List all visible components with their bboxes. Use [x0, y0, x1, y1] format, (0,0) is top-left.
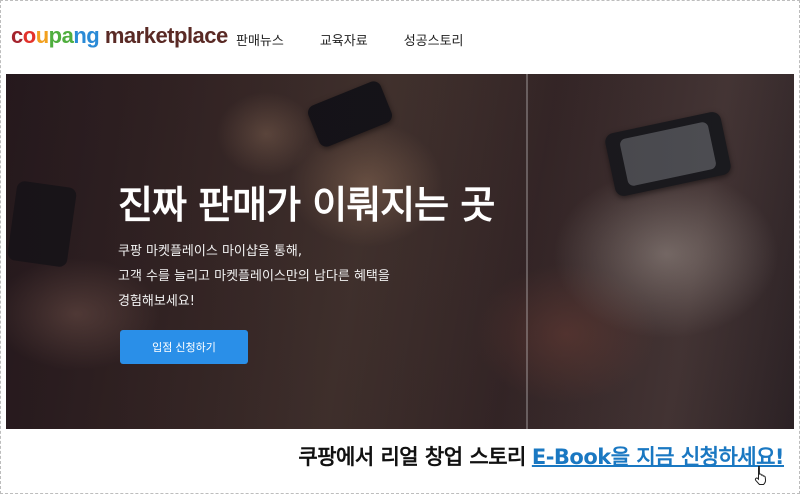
banner-headline: 쿠팡에서 리얼 창업 스토리 [298, 445, 526, 469]
site-header: coupang marketplace 판매뉴스 교육자료 성공스토리 [6, 6, 794, 72]
nav-item-success-stories[interactable]: 성공스토리 [404, 30, 464, 49]
hero-description-line: 쿠팡 마켓플레이스 마이샵을 통해, [118, 244, 302, 259]
nav-item-sales-news[interactable]: 판매뉴스 [236, 30, 284, 49]
hero-description-line: 경험해보세요! [118, 294, 195, 309]
hand-pointer-icon [754, 466, 767, 485]
ebook-banner: 쿠팡에서 리얼 창업 스토리 E-Book을 지금 신청하세요! [6, 431, 794, 489]
nav-item-education[interactable]: 교육자료 [320, 30, 368, 49]
hero-description-line: 고객 수를 늘리고 마켓플레이스만의 남다른 혜택을 [118, 269, 390, 284]
banner-text: 쿠팡에서 리얼 창업 스토리 E-Book을 지금 신청하세요! [298, 441, 784, 471]
main-nav: 판매뉴스 교육자료 성공스토리 [236, 30, 464, 49]
hero-title: 진짜 판매가 이뤄지는 곳 [118, 183, 495, 227]
coupang-marketplace-logo[interactable]: coupang marketplace [11, 23, 228, 49]
hero-section: 진짜 판매가 이뤄지는 곳 쿠팡 마켓플레이스 마이샵을 통해, 고객 수를 늘… [6, 74, 794, 429]
ebook-apply-link[interactable]: E-Book을 지금 신청하세요! [532, 445, 785, 469]
hero-description: 쿠팡 마켓플레이스 마이샵을 통해, 고객 수를 늘리고 마켓플레이스만의 남다… [118, 239, 390, 314]
apply-seller-button[interactable]: 입점 신청하기 [120, 330, 248, 364]
